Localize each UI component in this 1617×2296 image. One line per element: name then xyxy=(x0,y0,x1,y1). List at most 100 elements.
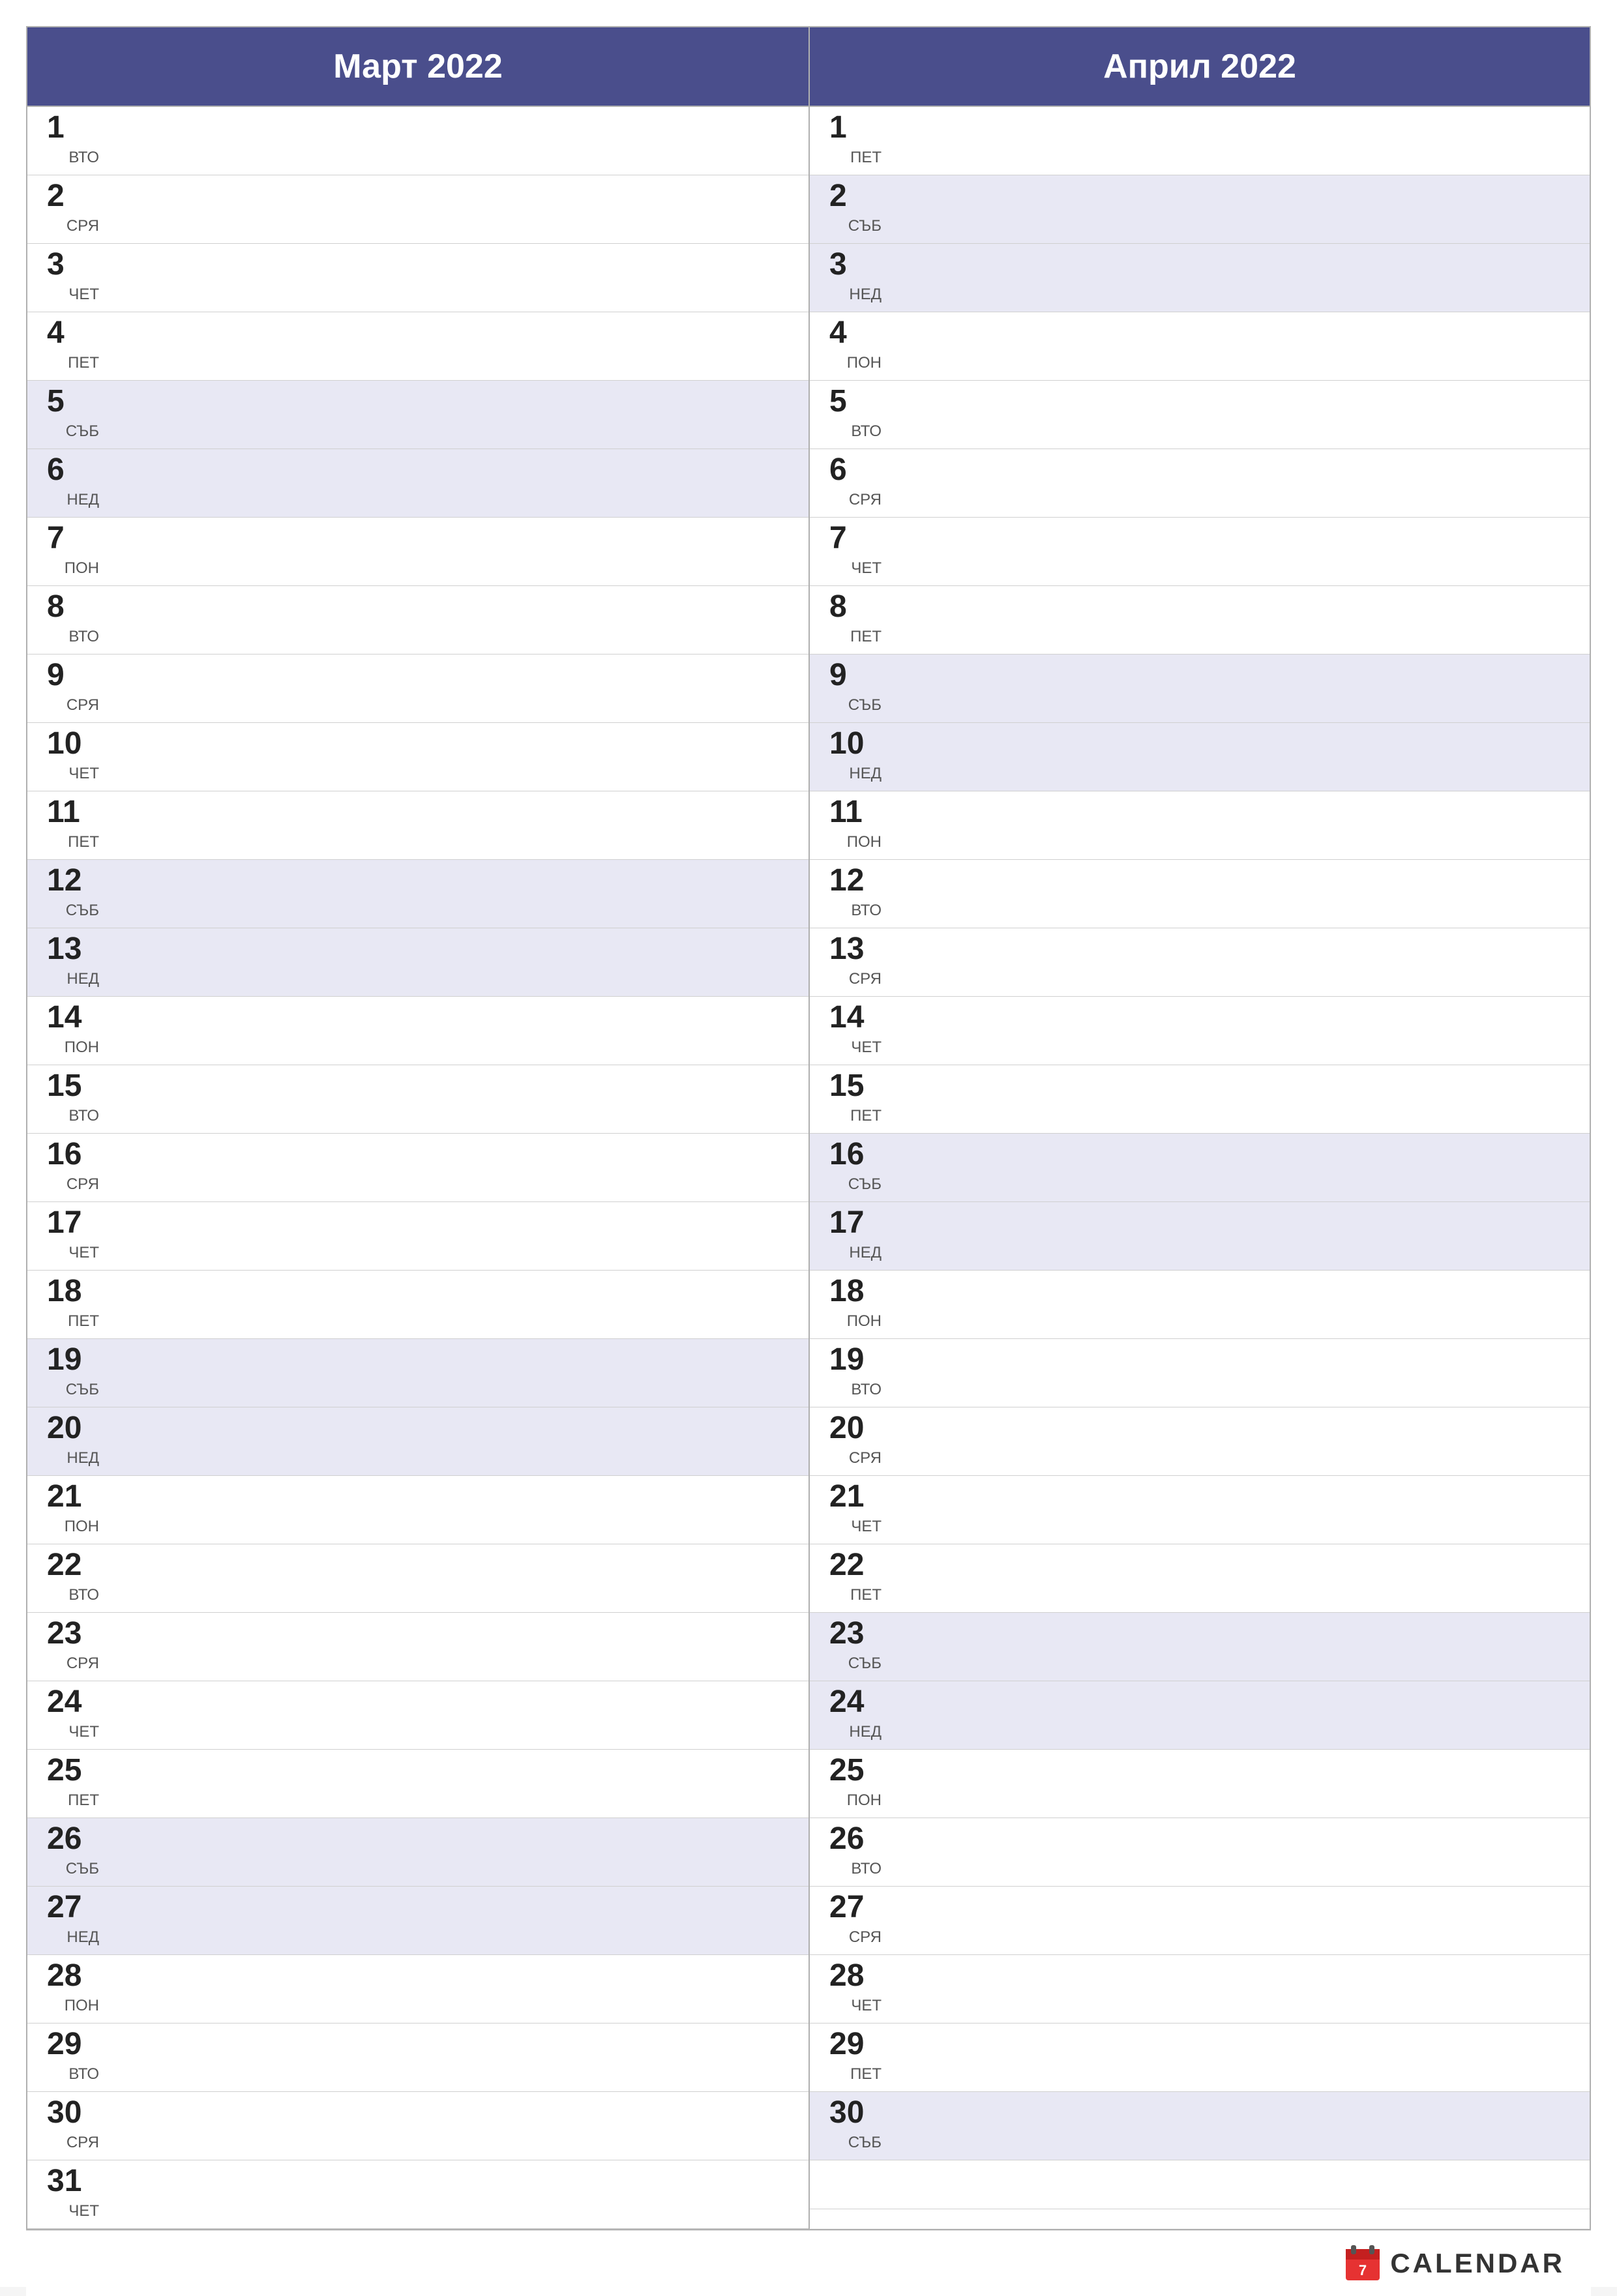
day-name: ПЕТ xyxy=(850,149,882,167)
day-row: 26 СЪБ xyxy=(27,1818,808,1887)
day-row: 3 ЧЕТ xyxy=(27,244,808,312)
day-number: 1 xyxy=(47,112,99,143)
day-content: 17 ЧЕТ xyxy=(47,1207,99,1265)
page: Март 2022 Април 2022 1 ВТО 2 СРЯ 3 ЧЕТ 4… xyxy=(0,0,1617,2287)
day-content: 21 ПОН xyxy=(47,1481,99,1538)
day-name: СРЯ xyxy=(849,970,882,988)
day-row: 25 ПОН xyxy=(810,1750,1590,1818)
day-row: 11 ПОН xyxy=(810,791,1590,860)
day-name: ПЕТ xyxy=(68,354,99,372)
day-content: 16 СРЯ xyxy=(47,1139,99,1196)
day-row: 15 ВТО xyxy=(27,1065,808,1134)
day-content: 23 СЪБ xyxy=(829,1618,882,1675)
day-content: 1 ВТО xyxy=(47,112,99,169)
day-content: 24 НЕД xyxy=(829,1686,882,1744)
day-name: СРЯ xyxy=(849,1928,882,1947)
day-row: 28 ПОН xyxy=(27,1955,808,2024)
day-number: 24 xyxy=(829,1686,882,1718)
day-number: 25 xyxy=(47,1755,99,1786)
day-content: 20 НЕД xyxy=(47,1413,99,1470)
day-content: 3 НЕД xyxy=(829,249,882,306)
day-number: 13 xyxy=(47,934,99,965)
day-name: НЕД xyxy=(67,1449,99,1467)
day-number: 11 xyxy=(47,797,99,828)
day-number: 26 xyxy=(47,1823,99,1855)
day-content: 17 НЕД xyxy=(829,1207,882,1265)
day-content: 26 СЪБ xyxy=(47,1823,99,1881)
day-name: ЧЕТ xyxy=(851,1038,882,1057)
day-number: 21 xyxy=(47,1481,99,1512)
day-name: НЕД xyxy=(67,1928,99,1947)
day-number: 22 xyxy=(829,1550,882,1581)
day-number: 19 xyxy=(47,1344,99,1376)
day-number: 18 xyxy=(47,1276,99,1307)
day-content: 5 ВТО xyxy=(829,386,882,443)
day-content: 5 СЪБ xyxy=(47,386,99,443)
calendar-grid: Март 2022 Април 2022 1 ВТО 2 СРЯ 3 ЧЕТ 4… xyxy=(26,26,1591,2230)
day-name: ПЕТ xyxy=(850,1107,882,1125)
brand-text: CALENDAR xyxy=(1390,2248,1565,2279)
day-name: ЧЕТ xyxy=(68,286,99,304)
day-content: 22 ВТО xyxy=(47,1550,99,1607)
day-row: 13 СРЯ xyxy=(810,928,1590,997)
day-row: 8 ПЕТ xyxy=(810,586,1590,655)
day-number: 28 xyxy=(829,1960,882,1992)
day-name: ПОН xyxy=(65,1518,99,1536)
day-row: 20 НЕД xyxy=(27,1407,808,1476)
day-name: ВТО xyxy=(68,149,99,167)
month1-title: Март 2022 xyxy=(333,48,503,85)
day-number: 4 xyxy=(829,317,882,349)
day-row: 24 НЕД xyxy=(810,1681,1590,1750)
day-name: ЧЕТ xyxy=(851,559,882,578)
month2-days: 1 ПЕТ 2 СЪБ 3 НЕД 4 ПОН 5 ВТО 6 СРЯ 7 ЧЕ… xyxy=(808,107,1590,2229)
day-row: 10 ЧЕТ xyxy=(27,723,808,791)
svg-text:7: 7 xyxy=(1359,2262,1367,2278)
day-content: 25 ПОН xyxy=(829,1755,882,1812)
day-content: 15 ВТО xyxy=(47,1070,99,1128)
day-row: 23 СРЯ xyxy=(27,1613,808,1681)
day-name: ПЕТ xyxy=(850,2065,882,2083)
day-content: 27 НЕД xyxy=(47,1892,99,1949)
day-content: 25 ПЕТ xyxy=(47,1755,99,1812)
day-content: 30 СРЯ xyxy=(47,2097,99,2155)
day-name: ПОН xyxy=(847,354,882,372)
day-content: 30 СЪБ xyxy=(829,2097,882,2155)
day-row: 23 СЪБ xyxy=(810,1613,1590,1681)
day-number: 7 xyxy=(829,523,882,554)
day-number: 17 xyxy=(829,1207,882,1239)
day-number: 8 xyxy=(829,591,882,623)
day-name: ЧЕТ xyxy=(68,1723,99,1741)
day-row: 10 НЕД xyxy=(810,723,1590,791)
day-content: 21 ЧЕТ xyxy=(829,1481,882,1538)
day-content: 18 ПОН xyxy=(829,1276,882,1333)
day-content: 9 СРЯ xyxy=(47,660,99,717)
day-row: 9 СРЯ xyxy=(27,655,808,723)
day-content: 12 СЪБ xyxy=(47,865,99,922)
day-content: 2 СЪБ xyxy=(829,181,882,238)
day-name: СРЯ xyxy=(849,491,882,509)
day-row: 15 ПЕТ xyxy=(810,1065,1590,1134)
day-name: ЧЕТ xyxy=(851,1518,882,1536)
day-number: 14 xyxy=(829,1002,882,1033)
day-name: ПОН xyxy=(65,559,99,578)
day-row: 21 ПОН xyxy=(27,1476,808,1544)
day-number: 1 xyxy=(829,112,882,143)
day-content: 12 ВТО xyxy=(829,865,882,922)
day-content: 13 СРЯ xyxy=(829,934,882,991)
day-number: 22 xyxy=(47,1550,99,1581)
day-name: ПЕТ xyxy=(850,1586,882,1604)
day-content: 29 ВТО xyxy=(47,2029,99,2086)
day-content: 28 ЧЕТ xyxy=(829,1960,882,2018)
day-content: 14 ЧЕТ xyxy=(829,1002,882,1059)
day-name: ВТО xyxy=(851,1381,882,1399)
day-number: 3 xyxy=(829,249,882,280)
day-number: 25 xyxy=(829,1755,882,1786)
day-row: 21 ЧЕТ xyxy=(810,1476,1590,1544)
day-content: 19 СЪБ xyxy=(47,1344,99,1402)
day-content: 16 СЪБ xyxy=(829,1139,882,1196)
day-number: 20 xyxy=(829,1413,882,1444)
day-number: 2 xyxy=(47,181,99,212)
day-number: 16 xyxy=(829,1139,882,1170)
day-row: 5 СЪБ xyxy=(27,381,808,449)
day-name: НЕД xyxy=(67,491,99,509)
